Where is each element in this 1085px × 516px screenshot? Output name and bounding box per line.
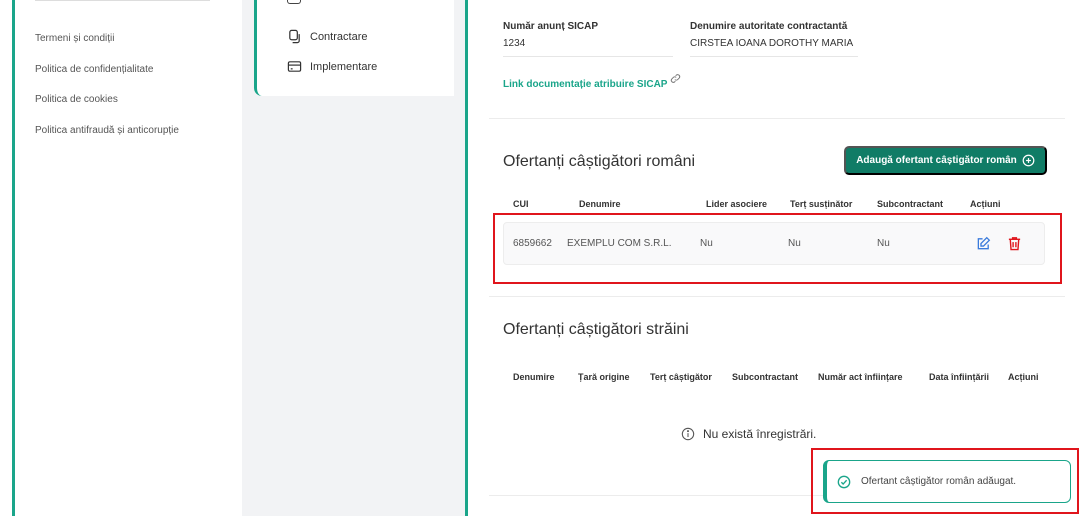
column-header: CUI	[513, 199, 529, 209]
link-terms[interactable]: Termeni și condiții	[35, 33, 114, 44]
sicap-documentation-link[interactable]: Link documentație atribuire SICAP	[503, 74, 681, 90]
menu-icon-partial	[287, 0, 301, 4]
menu-item-contractare[interactable]: Contractare	[287, 29, 367, 44]
column-header: Data înființării	[929, 372, 990, 382]
doc-link-label: Link documentație atribuire SICAP	[503, 79, 668, 90]
column-header: Terț susținător	[790, 199, 853, 209]
column-header: Țară origine	[578, 372, 630, 382]
info-icon	[681, 427, 695, 441]
authority-label: Denumire autoritate contractantă	[690, 21, 848, 32]
sicap-value: 1234	[503, 38, 526, 49]
romanian-winners-title: Ofertanți câștigători români	[503, 153, 696, 170]
highlight-box	[493, 213, 1062, 284]
link-icon	[671, 74, 681, 83]
link-cookies[interactable]: Politica de cookies	[35, 94, 118, 105]
highlight-box	[811, 448, 1079, 514]
left-accent-border	[12, 0, 15, 516]
add-romanian-winner-button[interactable]: Adaugă ofertant câștigător român	[844, 146, 1047, 175]
column-header: Subcontractant	[877, 199, 944, 209]
plus-circle-icon	[1022, 154, 1035, 167]
menu-item-implementare[interactable]: Implementare	[287, 59, 377, 74]
authority-value: CIRSTEA IOANA DOROTHY MARIA	[690, 38, 854, 49]
column-header: Denumire	[513, 372, 555, 382]
divider	[690, 56, 858, 57]
column-header: Lider asociere	[706, 199, 768, 209]
menu-item-label: Implementare	[310, 60, 378, 73]
link-antifraud[interactable]: Politica antifraudă și anticorupție	[35, 125, 179, 136]
empty-state-text: Nu există înregistrări.	[703, 427, 817, 441]
divider	[489, 118, 1065, 119]
sicap-label: Număr anunț SICAP	[503, 21, 599, 32]
column-header: Acțiuni	[1008, 372, 1039, 382]
link-privacy[interactable]: Politica de confidențialitate	[35, 64, 153, 75]
menu-item-label: Contractare	[310, 30, 368, 43]
empty-state: Nu există înregistrări.	[681, 427, 816, 441]
column-header: Subcontractant	[732, 372, 799, 382]
divider	[489, 296, 1065, 297]
divider	[35, 0, 210, 6]
add-button-label: Adaugă ofertant câștigător român	[856, 155, 1017, 166]
side-menu-card	[254, 0, 454, 96]
column-header: Număr act înființare	[818, 372, 903, 382]
divider	[503, 56, 673, 57]
credit-card-icon	[287, 61, 302, 72]
column-header: Denumire	[579, 199, 621, 209]
foreign-winners-title: Ofertanți câștigători străini	[503, 321, 689, 338]
column-header: Acțiuni	[970, 199, 1001, 209]
column-header: Terț câștigător	[650, 372, 712, 382]
document-copy-icon	[289, 29, 300, 44]
